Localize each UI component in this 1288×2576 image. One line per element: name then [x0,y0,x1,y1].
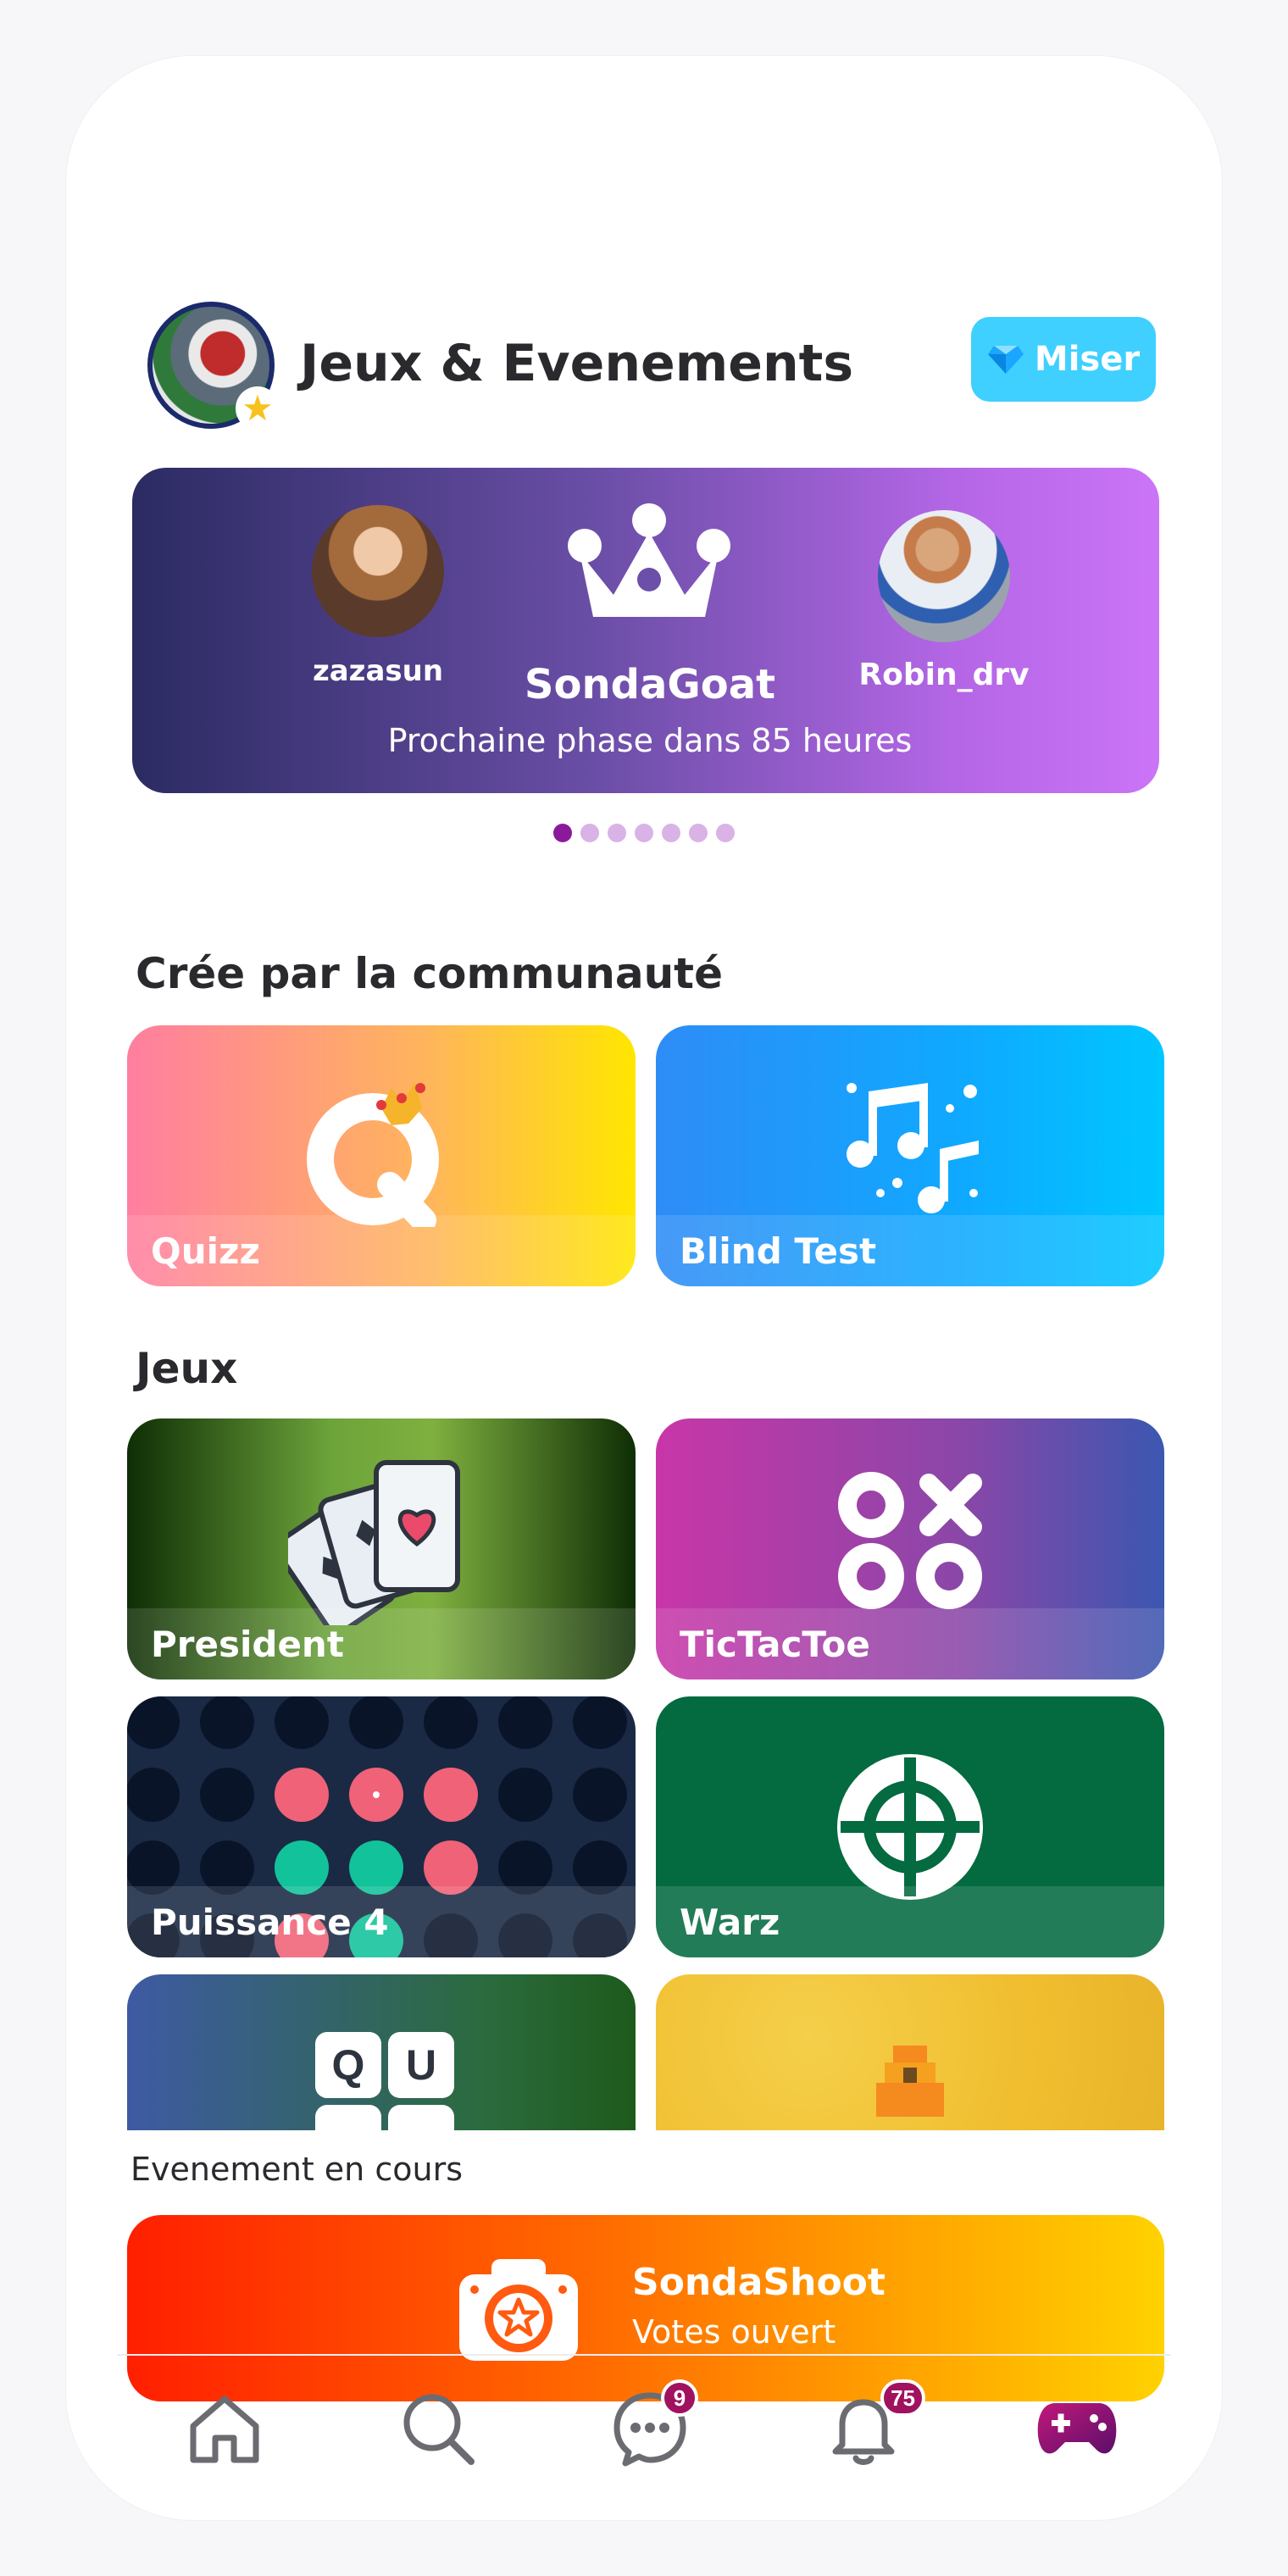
banner-title: SondaGoat [524,661,776,708]
letter-tiles-row [315,2105,454,2130]
carousel-dot[interactable] [689,824,708,842]
page-title: Jeux & Evenements [300,334,854,393]
miser-button[interactable]: Miser [971,317,1156,402]
puissance4-tile[interactable]: Puissance 4 [127,1696,636,1957]
carousel-dot[interactable] [635,824,653,842]
tile-label: Quizz [127,1215,636,1286]
diamond-icon [987,346,1024,374]
nav-messages[interactable]: 9 [603,2379,698,2471]
tile-label: Blind Test [656,1215,1164,1286]
nav-divider [117,2354,1171,2356]
bottom-navigation: 9 75 [66,2361,1222,2479]
carousel-dots [66,824,1222,842]
carousel-dot[interactable] [716,824,735,842]
letter-tile: Q [315,2032,381,2098]
messages-badge: 9 [661,2379,698,2417]
crown-icon [568,503,730,617]
search-icon [403,2394,475,2465]
letter-tile [388,2105,454,2130]
carousel-dot[interactable] [553,824,572,842]
carousel-dot[interactable] [608,824,626,842]
tile-label: Puissance 4 [127,1886,636,1957]
letter-tile: U [388,2032,454,2098]
home-icon [190,2396,259,2463]
tile-label: TicTacToe [656,1608,1164,1679]
page-header: ★ Jeux & Evenements Miser [147,302,1156,437]
games-section-title: Jeux [136,1344,238,1393]
event-status: Votes ouvert [632,2313,836,2351]
music-notes-icon [847,1083,979,1213]
notifications-badge: 75 [880,2379,925,2417]
camera-star-icon [459,2259,578,2361]
letter-tiles-icon: Q U [315,2032,454,2098]
quizz-tile[interactable]: Quizz [127,1025,636,1286]
profile-avatar[interactable]: ★ [147,302,280,430]
miser-label: Miser [1034,340,1141,379]
community-section-title: Crée par la communauté [136,949,723,998]
tile-label: Warz [656,1886,1164,1957]
banner-subtitle: Prochaine phase dans 85 heures [387,722,913,759]
nav-home[interactable] [178,2386,271,2471]
letter-tile [315,2105,381,2130]
warz-tile[interactable]: Warz [656,1696,1164,1957]
phone-screen: ★ Jeux & Evenements Miser zazasun Robin_… [66,56,1222,2520]
user-avatar [312,505,444,637]
quizz-icon [307,1083,439,1227]
sondagoat-banner[interactable]: zazasun Robin_drv SondaGoat Prochaine ph… [132,468,1159,793]
nav-notifications[interactable]: 75 [817,2379,925,2471]
event-name: SondaShoot [632,2261,886,2304]
playing-cards-icon [288,1460,460,1625]
crosshair-icon [837,1754,983,1900]
word-game-tile[interactable]: Q U [127,1974,636,2130]
carousel-dot[interactable] [580,824,599,842]
nav-games[interactable] [1030,2386,1124,2471]
carousel-dot[interactable] [662,824,680,842]
star-icon: ★ [236,386,280,430]
tictactoe-icon [838,1472,982,1609]
sand-game-tile[interactable] [656,1974,1164,2130]
gamepad-icon [1037,2403,1117,2454]
pyramid-icon [876,2046,944,2117]
user-avatar [878,510,1010,642]
tile-label: President [127,1608,636,1679]
blind-test-tile[interactable]: Blind Test [656,1025,1164,1286]
event-section-label: Evenement en cours [130,2151,463,2188]
tictactoe-tile[interactable]: TicTacToe [656,1418,1164,1679]
president-tile[interactable]: President [127,1418,636,1679]
nav-search[interactable] [391,2386,485,2471]
